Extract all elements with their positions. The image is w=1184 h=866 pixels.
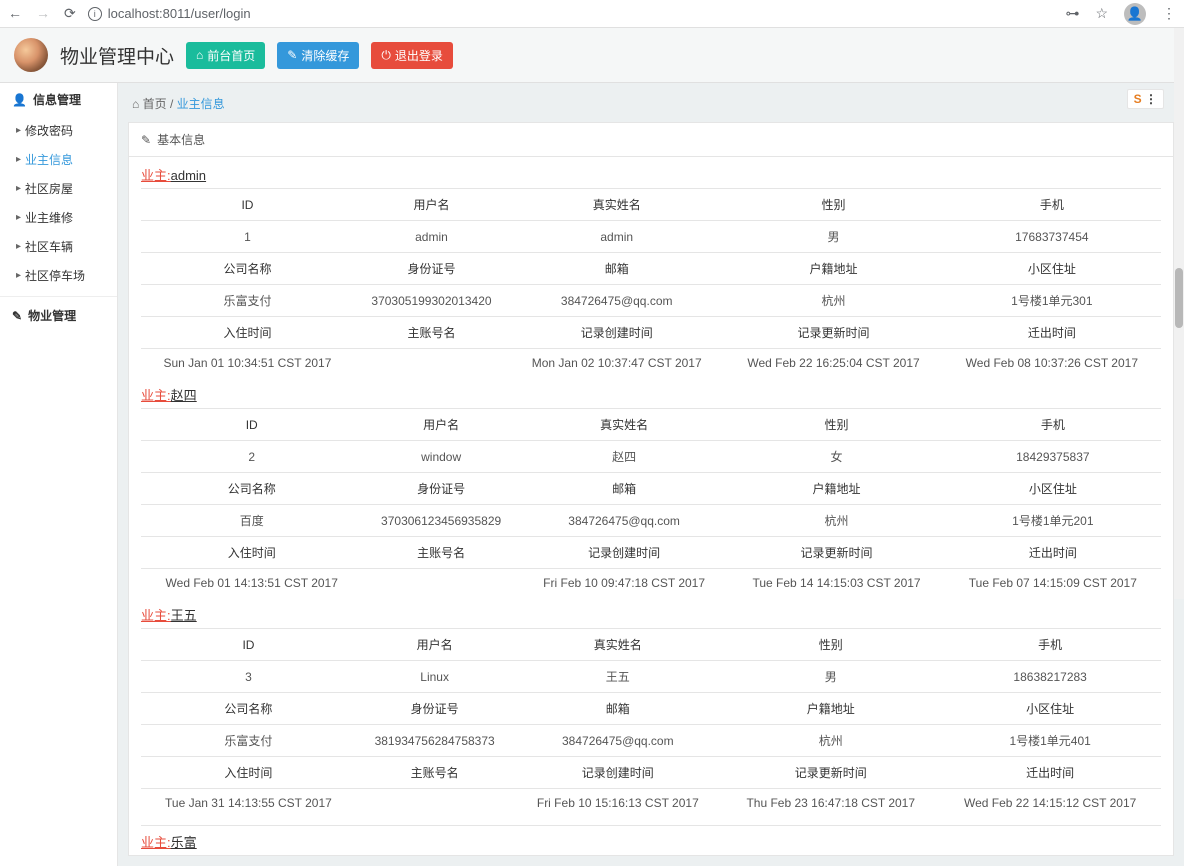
table-row: 3Linux王五男18638217283 xyxy=(141,661,1161,693)
table-row: Sun Jan 01 10:34:51 CST 2017Mon Jan 02 1… xyxy=(141,349,1161,378)
owner-block: 业主:王五 ID用户名真实姓名性别手机 3Linux王五男18638217283… xyxy=(129,597,1173,817)
scrollbar[interactable] xyxy=(1174,28,1184,599)
owner-table: ID用户名真实姓名性别手机 2window赵四女18429375837 公司名称… xyxy=(141,408,1161,597)
sidebar-item-vehicle[interactable]: ▸社区车辆 xyxy=(0,232,117,261)
table-row: 1adminadmin男17683737454 xyxy=(141,221,1161,253)
table-row: ID用户名真实姓名性别手机 xyxy=(141,189,1161,221)
address-bar[interactable]: i localhost:8011/user/login xyxy=(88,6,1054,21)
owner-title: 业主:王五 xyxy=(141,605,1161,628)
panel-title: ✎基本信息 xyxy=(129,123,1173,157)
owner-title: 业主:乐富 xyxy=(141,825,1161,855)
owner-title: 业主:admin xyxy=(141,165,1161,188)
table-row: 入住时间主账号名记录创建时间记录更新时间迁出时间 xyxy=(141,317,1161,349)
home-icon: ⌂ xyxy=(132,97,139,111)
forward-button[interactable]: → xyxy=(36,5,50,22)
sidebar: 👤信息管理 ▸修改密码 ▸业主信息 ▸社区房屋 ▸业主维修 ▸社区车辆 ▸社区停… xyxy=(0,83,118,866)
logout-button[interactable]: ⏻退出登录 xyxy=(371,42,453,69)
table-row: ID用户名真实姓名性别手机 xyxy=(141,409,1161,441)
sidebar-item-password[interactable]: ▸修改密码 xyxy=(0,116,117,145)
profile-avatar[interactable]: 👤 xyxy=(1124,3,1146,25)
owner-block: 业主:admin ID用户名真实姓名性别手机 1adminadmin男17683… xyxy=(129,157,1173,377)
table-row: 公司名称身份证号邮箱户籍地址小区住址 xyxy=(141,253,1161,285)
sidebar-group-property: ✎物业管理 xyxy=(0,296,117,332)
chevron-right-icon: ▸ xyxy=(16,125,21,136)
edit-icon: ✎ xyxy=(141,133,151,147)
site-info-icon[interactable]: i xyxy=(88,7,102,21)
key-icon[interactable]: ⊶ xyxy=(1065,5,1079,22)
home-icon: ⌂ xyxy=(196,48,203,62)
sidebar-item-parking[interactable]: ▸社区停车场 xyxy=(0,261,117,290)
back-button[interactable]: ← xyxy=(8,5,22,22)
user-icon: 👤 xyxy=(12,93,27,107)
chevron-right-icon: ▸ xyxy=(16,154,21,165)
brush-icon: ✎ xyxy=(287,48,297,62)
sidebar-item-housing[interactable]: ▸社区房屋 xyxy=(0,174,117,203)
breadcrumb: ⌂ 首页 / 业主信息 xyxy=(128,89,1174,122)
table-row: 2window赵四女18429375837 xyxy=(141,441,1161,473)
reload-button[interactable]: ⟳ xyxy=(64,5,76,22)
table-row: 公司名称身份证号邮箱户籍地址小区住址 xyxy=(141,693,1161,725)
badge-icon[interactable]: S ⋮ xyxy=(1127,89,1164,109)
home-button[interactable]: ⌂前台首页 xyxy=(186,42,265,69)
browser-toolbar: ← → ⟳ i localhost:8011/user/login ⊶ ☆ 👤 … xyxy=(0,0,1184,28)
power-icon: ⏻ xyxy=(381,48,391,63)
table-row: 入住时间主账号名记录创建时间记录更新时间迁出时间 xyxy=(141,537,1161,569)
browser-menu-icon[interactable]: ⋮ xyxy=(1162,5,1176,22)
breadcrumb-home[interactable]: 首页 xyxy=(143,97,167,111)
table-row: 百度370306123456935829384726475@qq.com杭州1号… xyxy=(141,505,1161,537)
info-panel: ✎基本信息 业主:admin ID用户名真实姓名性别手机 1adminadmin… xyxy=(128,122,1174,856)
table-row: 入住时间主账号名记录创建时间记录更新时间迁出时间 xyxy=(141,757,1161,789)
owner-block-partial: 业主:乐富 xyxy=(129,817,1173,855)
table-row: 乐富支付370305199302013420384726475@qq.com杭州… xyxy=(141,285,1161,317)
table-row: Tue Jan 31 14:13:55 CST 2017Fri Feb 10 1… xyxy=(141,789,1161,818)
app-header: 物业管理中心 ⌂前台首页 ✎清除缓存 ⏻退出登录 xyxy=(0,28,1184,83)
chevron-right-icon: ▸ xyxy=(16,270,21,281)
main-content: S ⋮ ⌂ 首页 / 业主信息 ✎基本信息 业主:admin ID用户名真实姓名… xyxy=(118,83,1184,866)
owner-title: 业主:赵四 xyxy=(141,385,1161,408)
table-row: 公司名称身份证号邮箱户籍地址小区住址 xyxy=(141,473,1161,505)
sidebar-group-info: 👤信息管理 xyxy=(0,83,117,116)
table-row: 乐富支付381934756284758373384726475@qq.com杭州… xyxy=(141,725,1161,757)
sidebar-item-owner-info[interactable]: ▸业主信息 xyxy=(0,145,117,174)
bookmark-icon[interactable]: ☆ xyxy=(1095,5,1108,22)
edit-icon: ✎ xyxy=(12,309,22,323)
owner-table: ID用户名真实姓名性别手机 3Linux王五男18638217283 公司名称身… xyxy=(141,628,1161,817)
table-row: ID用户名真实姓名性别手机 xyxy=(141,629,1161,661)
url-text: localhost:8011/user/login xyxy=(108,6,251,21)
clear-cache-button[interactable]: ✎清除缓存 xyxy=(277,42,359,69)
chevron-right-icon: ▸ xyxy=(16,212,21,223)
chevron-right-icon: ▸ xyxy=(16,241,21,252)
table-row: Wed Feb 01 14:13:51 CST 2017Fri Feb 10 0… xyxy=(141,569,1161,598)
app-title: 物业管理中心 xyxy=(60,42,174,69)
owner-table: ID用户名真实姓名性别手机 1adminadmin男17683737454 公司… xyxy=(141,188,1161,377)
sidebar-item-repair[interactable]: ▸业主维修 xyxy=(0,203,117,232)
owner-block: 业主:赵四 ID用户名真实姓名性别手机 2window赵四女1842937583… xyxy=(129,377,1173,597)
app-logo xyxy=(14,38,48,72)
chevron-right-icon: ▸ xyxy=(16,183,21,194)
scroll-thumb[interactable] xyxy=(1175,268,1183,328)
breadcrumb-current: 业主信息 xyxy=(177,97,225,111)
